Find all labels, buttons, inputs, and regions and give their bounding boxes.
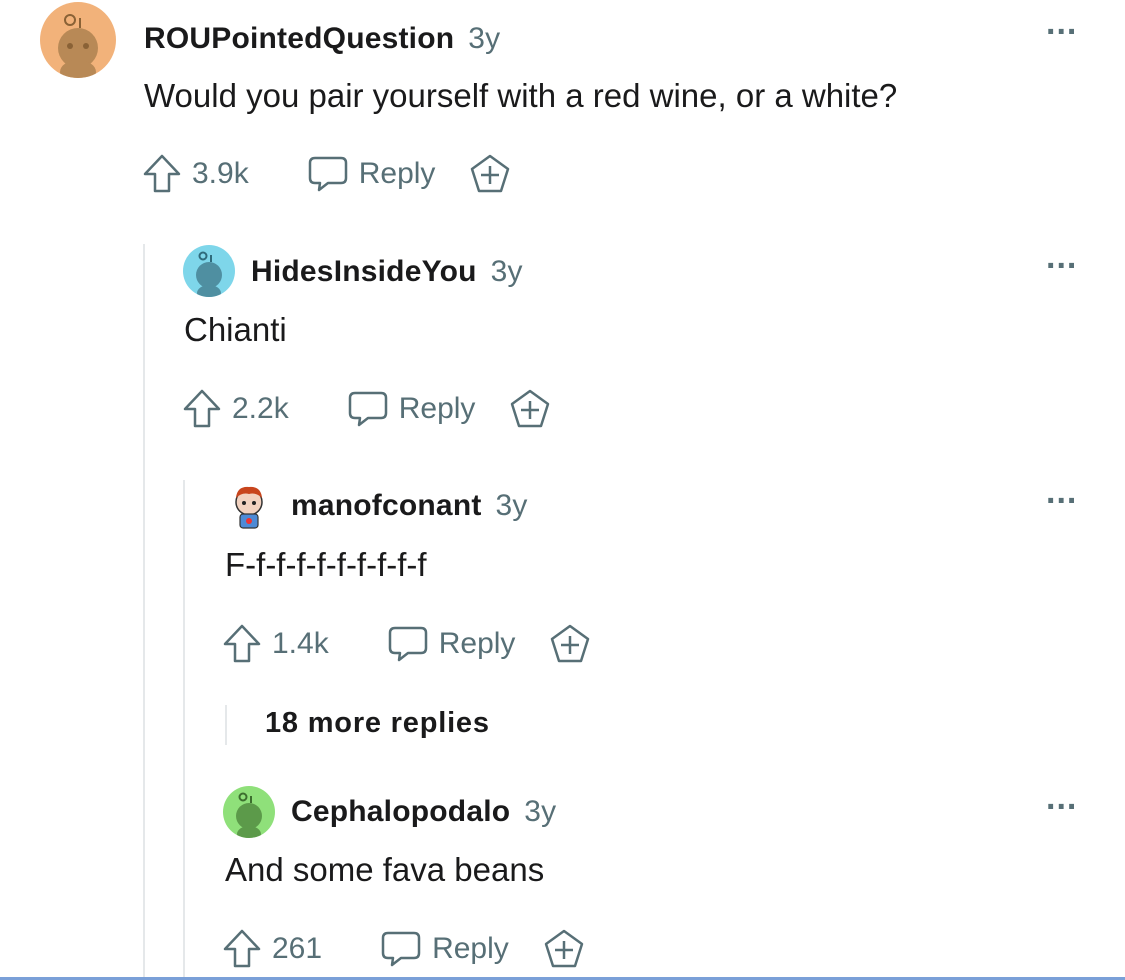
vote-count: 261 (272, 932, 323, 965)
comment-body: Chianti (184, 311, 287, 348)
award-plus-icon (544, 929, 584, 968)
snoo-avatar-icon (58, 14, 98, 78)
username-text[interactable]: ROUPointedQuestion (144, 22, 454, 55)
thread-line-more-replies (225, 705, 227, 745)
reply-button[interactable]: Reply (307, 154, 436, 194)
speech-bubble-icon (348, 391, 387, 427)
comment-body: F-f-f-f-f-f-f-f-f-f (225, 546, 427, 583)
award-plus-icon (551, 624, 590, 663)
comment-body: And some fava beans (225, 851, 545, 888)
reply-label: Reply (438, 627, 516, 660)
comment-age: 3y (495, 489, 528, 522)
snoo-avatar-icon (196, 251, 222, 297)
username-text[interactable]: HidesInsideYou (251, 255, 477, 288)
avatar[interactable] (40, 2, 116, 78)
vote-count: 1.4k (272, 627, 329, 660)
avatar[interactable] (223, 786, 275, 838)
thread-line-level-1[interactable] (143, 244, 145, 980)
comment-body: Would you pair yourself with a red wine,… (144, 77, 898, 114)
upvote-arrow-icon (223, 929, 261, 968)
reply-button[interactable]: Reply (380, 929, 509, 969)
more-options-button[interactable]: ... (1046, 6, 1077, 40)
award-plus-icon (471, 154, 510, 193)
username[interactable]: ROUPointedQuestion 3y (144, 22, 500, 56)
avatar[interactable] (183, 245, 235, 297)
username-text[interactable]: manofconant (291, 489, 482, 522)
upvote-arrow-icon (223, 624, 261, 663)
comment-actions: 3.9k Reply (142, 152, 511, 196)
comment-actions: 1.4k Reply (222, 622, 591, 666)
vote-count: 3.9k (192, 157, 249, 190)
snoo-avatar-icon (236, 792, 262, 838)
award-button[interactable] (549, 623, 591, 665)
more-options-button[interactable]: ... (1046, 781, 1077, 815)
comment-actions: 2.2k Reply (182, 387, 551, 431)
award-plus-icon (511, 389, 550, 428)
comment-age: 3y (524, 795, 557, 828)
award-button[interactable] (509, 388, 551, 430)
comment-age: 3y (490, 255, 523, 288)
upvote-button[interactable]: 2.2k (182, 388, 289, 430)
upvote-button[interactable]: 3.9k (142, 153, 249, 195)
reply-label: Reply (358, 157, 436, 190)
more-options-button[interactable]: ... (1046, 475, 1077, 509)
more-options-button[interactable]: ... (1046, 240, 1077, 274)
reply-button[interactable]: Reply (347, 389, 476, 429)
more-replies-link[interactable]: 18 more replies (265, 707, 490, 740)
reply-button[interactable]: Reply (387, 624, 516, 664)
vote-count: 2.2k (232, 392, 289, 425)
speech-bubble-icon (381, 931, 421, 967)
award-button[interactable] (543, 928, 585, 970)
upvote-arrow-icon (183, 389, 221, 428)
upvote-button[interactable]: 261 (222, 928, 322, 970)
username[interactable]: manofconant 3y (291, 489, 528, 523)
speech-bubble-icon (388, 626, 427, 662)
speech-bubble-icon (308, 156, 347, 192)
comment-actions: 261 Reply (222, 927, 585, 971)
thread-line-level-2[interactable] (183, 480, 185, 980)
upvote-arrow-icon (143, 154, 181, 193)
reply-label: Reply (398, 392, 476, 425)
custom-snoo-avatar-icon (235, 486, 263, 529)
avatar[interactable] (223, 480, 275, 532)
comment-age: 3y (468, 22, 501, 55)
username[interactable]: HidesInsideYou 3y (251, 255, 523, 289)
reply-label: Reply (432, 932, 509, 965)
username-text[interactable]: Cephalopodalo (291, 795, 510, 828)
username[interactable]: Cephalopodalo 3y (291, 795, 556, 829)
award-button[interactable] (469, 153, 511, 195)
upvote-button[interactable]: 1.4k (222, 623, 329, 665)
